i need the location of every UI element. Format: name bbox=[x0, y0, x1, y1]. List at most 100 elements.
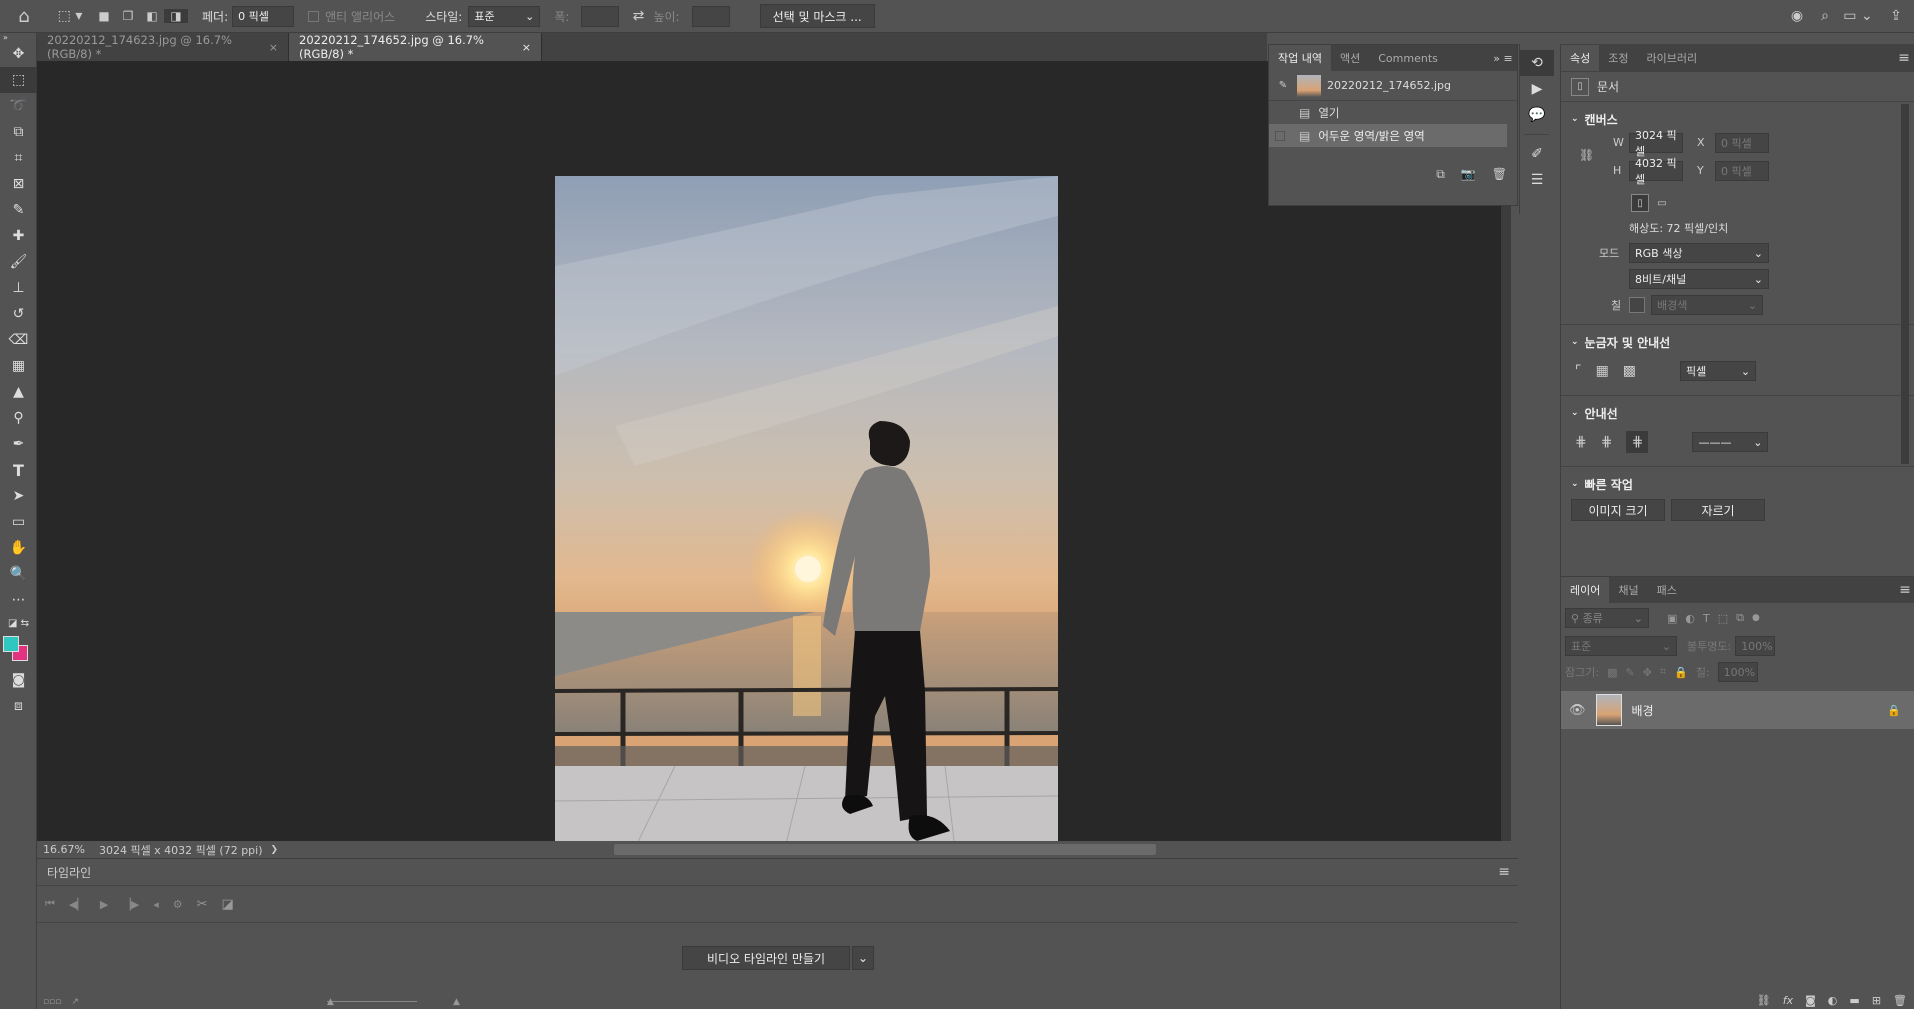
eyedropper-tool-icon[interactable]: ✎ bbox=[0, 197, 37, 223]
zoom-slider[interactable] bbox=[327, 1001, 417, 1002]
new-layer-icon[interactable]: ⊞ bbox=[1872, 994, 1881, 1007]
guides-icon[interactable]: ⋕ bbox=[1575, 434, 1587, 450]
tab-history[interactable]: 작업 내역 bbox=[1269, 45, 1331, 71]
group-icon[interactable]: ▬ bbox=[1849, 994, 1859, 1007]
tab-document-1[interactable]: 20220212_174623.jpg @ 16.7% (RGB/8) * × bbox=[37, 33, 289, 61]
add-selection-icon[interactable]: ❐ bbox=[116, 9, 140, 23]
create-video-timeline-button[interactable]: 비디오 타임라인 만들기 bbox=[682, 946, 850, 970]
trash-icon[interactable]: 🗑 bbox=[1893, 994, 1907, 1007]
search-icon[interactable]: ⌕ bbox=[1812, 8, 1838, 24]
hand-tool-icon[interactable]: ✋ bbox=[0, 535, 37, 561]
swap-colors-icon[interactable]: ◪ ⇆ bbox=[0, 613, 37, 633]
lasso-tool-icon[interactable]: ➰ bbox=[0, 93, 37, 119]
swap-icon[interactable]: ⇄ bbox=[627, 8, 649, 24]
fill-swatch[interactable] bbox=[1629, 297, 1645, 313]
camera-icon[interactable]: 📷 bbox=[1461, 167, 1476, 182]
zoom-out-icon[interactable]: ▲ bbox=[327, 997, 334, 1007]
tab-properties[interactable]: 속성 bbox=[1561, 45, 1600, 71]
lock-all-icon[interactable]: 🔒 bbox=[1674, 666, 1688, 679]
history-item-open[interactable]: 열기 bbox=[1318, 105, 1339, 121]
scissors-icon[interactable]: ✂ bbox=[197, 897, 208, 912]
transition-icon[interactable]: ◪ bbox=[222, 897, 234, 912]
history-brush-source-icon[interactable]: ✎ bbox=[1275, 80, 1291, 91]
tab-layers[interactable]: 레이어 bbox=[1561, 577, 1610, 603]
first-frame-icon[interactable]: ⏮ bbox=[45, 897, 55, 911]
more-tools-icon[interactable]: ⋯ bbox=[0, 587, 37, 613]
lock-position-icon[interactable]: ✥ bbox=[1643, 666, 1652, 679]
ruler-unit-select[interactable]: 픽셀 ⌄ bbox=[1680, 361, 1757, 381]
color-mode-select[interactable]: RGB 색상 ⌄ bbox=[1629, 243, 1769, 263]
canvas-section-header[interactable]: ⌄ 캔버스 bbox=[1561, 108, 1914, 130]
tab-channels[interactable]: 채널 bbox=[1609, 577, 1647, 603]
eraser-tool-icon[interactable]: ⌫ bbox=[0, 327, 37, 353]
pixel-grid-icon[interactable]: ▩ bbox=[1623, 363, 1636, 379]
crop-tool-icon[interactable]: ⌗ bbox=[0, 145, 37, 171]
quick-actions-section-header[interactable]: ⌄ 빠른 작업 bbox=[1561, 473, 1914, 495]
panel-menu-icon[interactable]: ≡ bbox=[1895, 582, 1914, 598]
pen-tool-icon[interactable]: ✒ bbox=[0, 431, 37, 457]
history-brush-tool-icon[interactable]: ↺ bbox=[0, 301, 37, 327]
new-selection-icon[interactable]: ■ bbox=[92, 9, 116, 23]
timeline-dropdown-icon[interactable]: ⌄ bbox=[852, 946, 874, 970]
document-image[interactable] bbox=[555, 176, 1058, 848]
snapshot-label[interactable]: 20220212_174652.jpg bbox=[1327, 79, 1451, 92]
comments-panel-icon[interactable]: 💬 bbox=[1520, 102, 1554, 128]
prev-frame-icon[interactable]: ◀▏ bbox=[69, 898, 86, 911]
brush-tool-icon[interactable]: 🖌 bbox=[0, 249, 37, 275]
zoom-level[interactable]: 16.67% bbox=[43, 843, 85, 856]
rulers-section-header[interactable]: ⌄ 눈금자 및 안내선 bbox=[1561, 331, 1914, 353]
share-icon[interactable]: ⇪ bbox=[1878, 8, 1914, 24]
screen-mode-icon[interactable]: ⧈ bbox=[0, 693, 37, 719]
close-icon[interactable]: × bbox=[269, 41, 278, 54]
select-and-mask-button[interactable]: 선택 및 마스크 ... bbox=[759, 4, 875, 28]
workspace-icon[interactable]: ▭ ⌄ bbox=[1838, 8, 1878, 24]
history-checkbox[interactable] bbox=[1275, 107, 1285, 118]
new-document-from-state-icon[interactable]: ⧉ bbox=[1436, 167, 1445, 182]
path-select-tool-icon[interactable]: ➤ bbox=[0, 483, 37, 509]
adjustment-filter-icon[interactable]: ◐ bbox=[1685, 612, 1695, 625]
style-select[interactable]: 표준 ⌄ bbox=[468, 5, 541, 27]
expand-icon[interactable]: » ≡ bbox=[1489, 52, 1517, 65]
color-swatches[interactable] bbox=[0, 633, 37, 667]
tab-comments[interactable]: Comments bbox=[1369, 45, 1447, 71]
shape-filter-icon[interactable]: ⬚ bbox=[1718, 612, 1728, 625]
fill-field[interactable]: 100% bbox=[1717, 662, 1758, 682]
close-icon[interactable]: × bbox=[522, 41, 531, 54]
lock-pixels-icon[interactable]: ✎ bbox=[1625, 666, 1634, 679]
eye-icon[interactable]: 👁 bbox=[1569, 703, 1586, 718]
x-field[interactable]: 0 픽셀 bbox=[1715, 133, 1769, 153]
y-field[interactable]: 0 픽셀 bbox=[1715, 161, 1769, 181]
adjustment-layer-icon[interactable]: ◐ bbox=[1828, 994, 1838, 1007]
history-item-shadows-highlights[interactable]: 어두운 영역/밝은 영역 bbox=[1318, 128, 1424, 144]
lock-icon[interactable]: 🔒 bbox=[1887, 704, 1901, 717]
guide-layout-icon[interactable]: ⋕ bbox=[1626, 431, 1649, 453]
properties-scrollbar[interactable] bbox=[1901, 104, 1909, 464]
type-filter-icon[interactable]: T bbox=[1703, 612, 1710, 625]
settings-icon[interactable]: ⚙ bbox=[173, 898, 183, 911]
marquee-preset-icon[interactable]: ⬚ ▾ bbox=[48, 8, 92, 24]
portrait-orientation-icon[interactable]: ▯ bbox=[1631, 194, 1649, 212]
next-frame-icon[interactable]: ▕▶ bbox=[122, 898, 139, 911]
landscape-orientation-icon[interactable]: ▭ bbox=[1653, 194, 1671, 212]
guide-style-select[interactable]: ——— ⌄ bbox=[1692, 432, 1769, 452]
move-tool-icon[interactable]: ✥ bbox=[0, 41, 37, 67]
bit-depth-select[interactable]: 8비트/채널 ⌄ bbox=[1629, 269, 1769, 289]
blur-tool-icon[interactable]: ▲ bbox=[0, 379, 37, 405]
audio-icon[interactable]: ◂ bbox=[153, 898, 159, 911]
tab-actions[interactable]: 액션 bbox=[1331, 45, 1369, 71]
fx-icon[interactable]: fx bbox=[1783, 994, 1793, 1007]
adjustments-icon[interactable]: ☰ bbox=[1520, 167, 1554, 193]
width-input[interactable] bbox=[581, 5, 620, 27]
layer-filter-select[interactable]: ⚲ 종류 ⌄ bbox=[1565, 608, 1649, 628]
home-icon[interactable]: ⌂ bbox=[0, 6, 48, 27]
blend-mode-select[interactable]: 표준 ⌄ bbox=[1565, 636, 1677, 656]
stamp-tool-icon[interactable]: ⊥ bbox=[0, 275, 37, 301]
trash-icon[interactable]: 🗑 bbox=[1492, 167, 1507, 182]
history-checkbox[interactable] bbox=[1275, 130, 1285, 141]
tab-document-2[interactable]: 20220212_174652.jpg @ 16.7% (RGB/8) * × bbox=[289, 33, 542, 61]
opacity-field[interactable]: 100% bbox=[1735, 636, 1776, 656]
image-size-button[interactable]: 이미지 크기 bbox=[1571, 499, 1665, 521]
add-mask-icon[interactable]: ◙ bbox=[1805, 994, 1816, 1007]
type-tool-icon[interactable]: T bbox=[0, 457, 37, 483]
frame-tool-icon[interactable]: ⊠ bbox=[0, 171, 37, 197]
